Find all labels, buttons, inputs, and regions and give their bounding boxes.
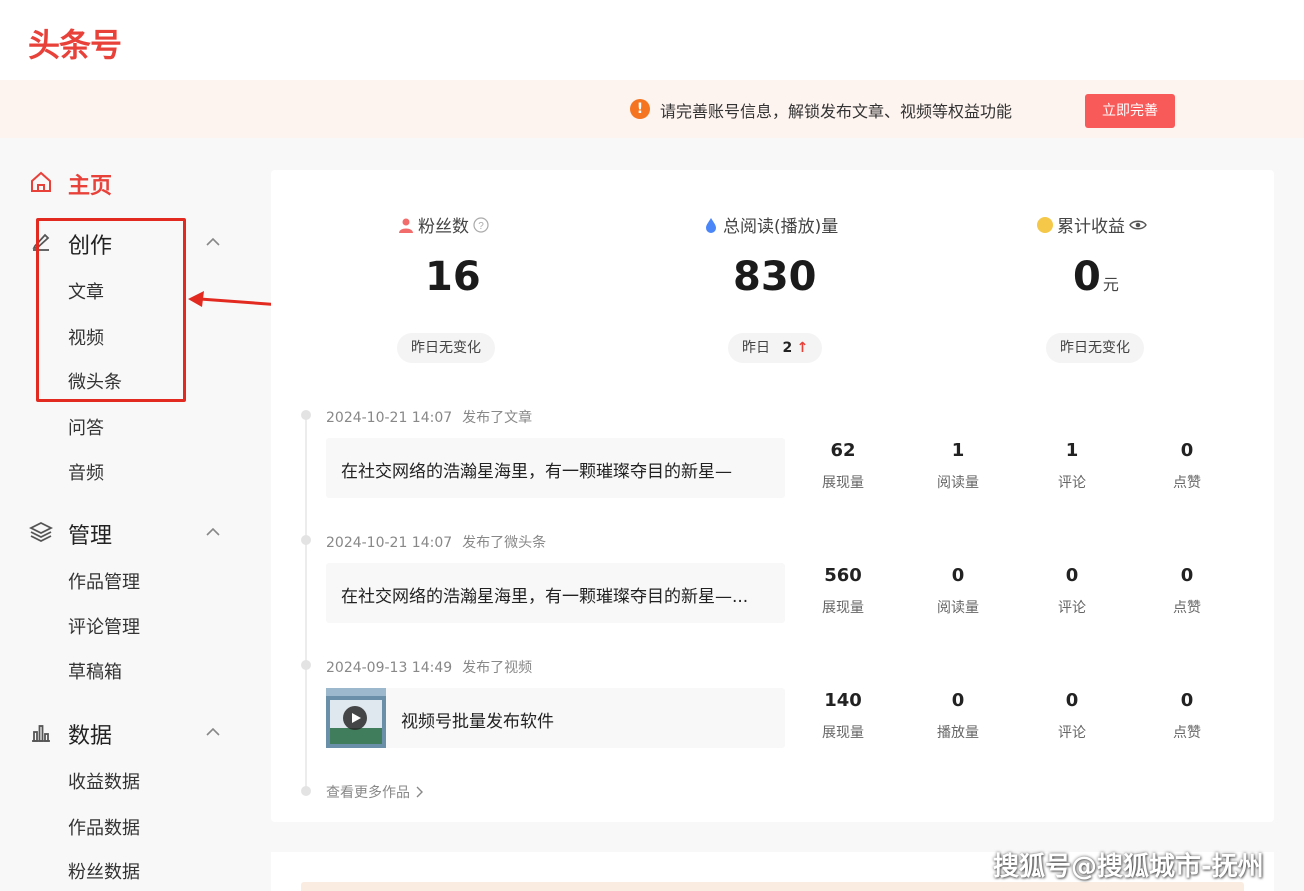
logo[interactable]: 头条号 [28, 20, 122, 66]
layers-icon [29, 521, 53, 543]
income-value-wrap: 0元 [1073, 254, 1119, 300]
sidebar-item-fans-data[interactable]: 粉丝数据 [68, 858, 140, 884]
metric-value: 0 [1180, 440, 1194, 461]
home-icon [31, 171, 51, 192]
coin-icon [1037, 216, 1053, 233]
timeline-dot [301, 535, 311, 545]
sidebar-item-comments[interactable]: 评论管理 [68, 613, 140, 639]
timeline-line [305, 414, 307, 790]
metric-value: 0 [951, 565, 965, 586]
drop-icon [706, 217, 716, 233]
view-more-label: 查看更多作品 [326, 785, 410, 801]
metric-label: 点赞 [1173, 475, 1201, 491]
notice-text: 请完善账号信息，解锁发布文章、视频等权益功能 [660, 102, 1013, 121]
metric-label: 评论 [1058, 725, 1086, 741]
post-title[interactable]: 在社交网络的浩瀚星海里，有一颗璀璨夺目的新星—... [341, 582, 771, 607]
post-action: 发布了微头条 [462, 535, 547, 551]
post-action: 发布了视频 [462, 660, 533, 676]
sidebar-group-data[interactable]: 数据 [68, 718, 112, 750]
metric-value: 0 [1180, 690, 1194, 711]
sidebar-item-works-data[interactable]: 作品数据 [68, 814, 140, 840]
play-icon[interactable] [343, 706, 367, 730]
post-date: 2024-10-21 14:07 [326, 535, 453, 551]
metric-value: 0 [951, 690, 965, 711]
chevron-up-icon[interactable] [204, 723, 222, 741]
chevron-up-icon[interactable] [204, 233, 222, 251]
metric-value: 560 [824, 565, 862, 586]
secondary-card-banner [301, 882, 1244, 891]
metric-value: 0 [1065, 690, 1079, 711]
metric-value: 0 [1065, 565, 1079, 586]
sidebar-item-audio[interactable]: 音频 [68, 459, 104, 485]
complete-info-button[interactable]: 立即完善 [1085, 94, 1175, 128]
metric-label: 展现量 [822, 725, 864, 741]
chevron-right-icon [416, 786, 424, 798]
reads-value: 830 [733, 254, 817, 300]
income-change-note: 昨日无变化 [1046, 333, 1144, 363]
warning-icon: ! [630, 99, 650, 119]
metric-label: 展现量 [822, 475, 864, 491]
post-title[interactable]: 在社交网络的浩瀚星海里，有一颗璀璨夺目的新星— [341, 457, 771, 482]
post-meta: 2024-10-21 14:07 发布了微头条 [326, 532, 556, 552]
metric-label: 播放量 [937, 725, 979, 741]
metric-value: 62 [830, 440, 856, 461]
metric-value: 1 [1065, 440, 1079, 461]
metric-label: 阅读量 [937, 475, 979, 491]
post-item[interactable]: 在社交网络的浩瀚星海里，有一颗璀璨夺目的新星—... [326, 563, 785, 623]
timeline-dot [301, 786, 311, 796]
eye-icon[interactable] [1129, 218, 1147, 232]
sidebar-item-works[interactable]: 作品管理 [68, 568, 140, 594]
metric-value: 140 [824, 690, 862, 711]
sidebar-group-manage[interactable]: 管理 [68, 518, 112, 550]
fans-label: 粉丝数 [418, 217, 469, 237]
income-unit: 元 [1102, 275, 1119, 294]
sidebar-item-qa[interactable]: 问答 [68, 414, 104, 440]
help-icon[interactable]: ? [473, 216, 489, 233]
watermark: 搜狐号@搜狐城市-抚州 [993, 852, 1264, 882]
metric-value: 0 [1180, 565, 1194, 586]
sidebar-item-drafts[interactable]: 草稿箱 [68, 658, 122, 684]
post-title[interactable]: 视频号批量发布软件 [401, 707, 771, 732]
metric-value: 1 [951, 440, 965, 461]
arrow-up-icon: ↑ [796, 340, 809, 356]
annotation-highlight-box [36, 218, 186, 402]
post-item[interactable]: 视频号批量发布软件 [326, 688, 785, 748]
post-meta: 2024-09-13 14:49 发布了视频 [326, 657, 542, 677]
post-action: 发布了文章 [462, 410, 533, 426]
income-value: 0 [1073, 254, 1101, 300]
reads-change-note: 昨日 2 ↑ [728, 333, 823, 363]
post-date: 2024-09-13 14:49 [326, 660, 453, 676]
metric-label: 评论 [1058, 600, 1086, 616]
post-item[interactable]: 在社交网络的浩瀚星海里，有一颗璀璨夺目的新星— [326, 438, 785, 498]
metric-label: 展现量 [822, 600, 864, 616]
reads-note-prefix: 昨日 [742, 340, 770, 356]
top-bar: 头条号 [0, 0, 1304, 80]
timeline-dot [301, 410, 311, 420]
post-date: 2024-10-21 14:07 [326, 410, 453, 426]
metric-label: 评论 [1058, 475, 1086, 491]
sidebar-item-home[interactable]: 主页 [68, 168, 112, 200]
reads-note-value: 2 [782, 340, 793, 356]
fans-value: 16 [425, 254, 481, 300]
metric-label: 点赞 [1173, 600, 1201, 616]
fans-stat-label: 粉丝数 ? [398, 212, 489, 237]
income-stat-label: 累计收益 [1037, 212, 1147, 237]
sidebar-item-income-data[interactable]: 收益数据 [68, 768, 140, 794]
timeline-dot [301, 660, 311, 670]
metric-label: 点赞 [1173, 725, 1201, 741]
fans-change-note: 昨日无变化 [397, 333, 495, 363]
video-thumbnail[interactable] [326, 688, 386, 748]
bar-chart-icon [32, 725, 50, 742]
user-icon [399, 218, 413, 233]
post-meta: 2024-10-21 14:07 发布了文章 [326, 407, 542, 427]
view-more-link[interactable]: 查看更多作品 [326, 782, 424, 802]
reads-label: 总阅读(播放)量 [723, 217, 839, 237]
income-label: 累计收益 [1057, 217, 1125, 237]
metric-label: 阅读量 [937, 600, 979, 616]
svg-text:?: ? [478, 221, 484, 232]
reads-stat-label: 总阅读(播放)量 [703, 212, 838, 237]
chevron-up-icon[interactable] [204, 523, 222, 541]
